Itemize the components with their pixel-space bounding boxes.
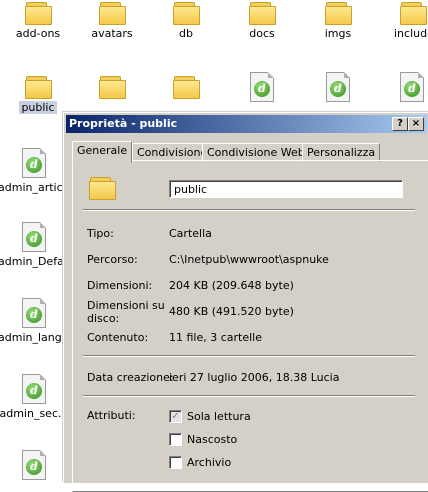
folder-name-input[interactable]: public	[169, 180, 403, 198]
dreamweaver-file-icon: d	[326, 72, 350, 102]
tab-generale[interactable]: Generale	[72, 141, 133, 163]
folder-icon	[249, 2, 276, 25]
archivio-checkbox[interactable]	[169, 456, 182, 469]
contenuto-value: 11 file, 3 cartelle	[169, 331, 263, 344]
creazione-value: ieri 27 luglio 2006, 18.38 Lucia	[169, 371, 340, 384]
desktop-file-admin-sec[interactable]: d admin_sec...	[0, 374, 72, 420]
dreamweaver-file-icon: d	[22, 450, 46, 480]
attributi-label: Attributi:	[87, 409, 136, 422]
close-button[interactable]: ×	[408, 117, 424, 131]
folder-icon	[173, 2, 200, 25]
desktop-folder-imgs[interactable]: imgs	[300, 2, 376, 40]
folder-label: db	[179, 27, 193, 40]
dialog-titlebar[interactable]: Proprietà - public ? ×	[66, 115, 427, 133]
tipo-value: Cartella	[169, 227, 212, 240]
nascosto-checkbox[interactable]	[169, 433, 182, 446]
contenuto-label: Contenuto:	[87, 331, 149, 344]
desktop-folder-includes[interactable]: includes	[374, 2, 428, 40]
folder-icon	[173, 76, 200, 99]
dreamweaver-file-icon: d	[22, 222, 46, 252]
desktop-file[interactable]: d	[0, 450, 72, 480]
dreamweaver-file-icon: d	[400, 72, 424, 102]
separator	[83, 355, 415, 357]
folder-label: public	[19, 101, 57, 114]
folder-label: includes	[394, 27, 428, 40]
desktop-folder[interactable]	[74, 76, 150, 99]
folder-label: imgs	[324, 27, 352, 40]
desktop-folder-docs[interactable]: docs	[224, 2, 300, 40]
folder-icon	[99, 76, 126, 99]
separator	[83, 209, 415, 211]
sola-lettura-checkbox[interactable]: ✓	[169, 410, 182, 423]
dimensioni-value: 204 KB (209.648 byte)	[169, 279, 294, 292]
dimensioni-label: Dimensioni:	[87, 279, 153, 292]
folder-icon	[325, 2, 352, 25]
desktop-folder-avatars[interactable]: avatars	[74, 2, 150, 40]
desktop-file[interactable]: d	[224, 72, 300, 102]
file-label: admin_sec...	[0, 407, 69, 420]
folder-icon	[99, 2, 126, 25]
percorso-value: C:\Inetpub\wwwroot\aspnuke	[169, 253, 329, 266]
folder-icon	[25, 76, 52, 99]
disco-value: 480 KB (491.520 byte)	[169, 305, 294, 318]
disco-label: Dimensioni su disco:	[87, 299, 165, 325]
desktop-file-admin-defa[interactable]: d admin_Defa...	[0, 222, 74, 268]
creazione-label: Data creazione:	[87, 371, 174, 384]
dreamweaver-file-icon: d	[22, 298, 46, 328]
properties-dialog: Proprietà - public ? × Generale Condivis…	[63, 112, 428, 492]
folder-label: add-ons	[15, 27, 61, 40]
folder-label: docs	[249, 27, 275, 40]
folder-icon	[400, 2, 427, 25]
percorso-label: Percorso:	[87, 253, 138, 266]
desktop-file-admin-lang[interactable]: d admin_lang...	[0, 298, 72, 344]
dreamweaver-file-icon: d	[22, 148, 46, 178]
dialog-title: Proprietà - public	[69, 117, 178, 130]
desktop-file[interactable]: d	[300, 72, 376, 102]
desktop-file-admin-artic[interactable]: d admin_artic...	[0, 148, 73, 194]
sola-lettura-label: Sola lettura	[187, 410, 251, 423]
desktop-folder-public[interactable]: public	[0, 76, 76, 114]
folder-icon	[25, 2, 52, 25]
tipo-label: Tipo:	[87, 227, 114, 240]
help-button[interactable]: ?	[392, 117, 408, 131]
desktop-folder-add-ons[interactable]: add-ons	[0, 2, 76, 40]
dreamweaver-file-icon: d	[22, 374, 46, 404]
folder-label: avatars	[91, 27, 133, 40]
archivio-label: Archivio	[187, 456, 232, 469]
desktop-file[interactable]: d	[374, 72, 428, 102]
dreamweaver-file-icon: d	[250, 72, 274, 102]
folder-icon	[89, 177, 116, 200]
nascosto-label: Nascosto	[187, 433, 238, 446]
separator	[83, 395, 415, 397]
general-panel: public Tipo: Cartella Percorso: C:\Inetp…	[72, 160, 428, 492]
desktop-folder[interactable]	[148, 76, 224, 99]
desktop-folder-db[interactable]: db	[148, 2, 224, 40]
